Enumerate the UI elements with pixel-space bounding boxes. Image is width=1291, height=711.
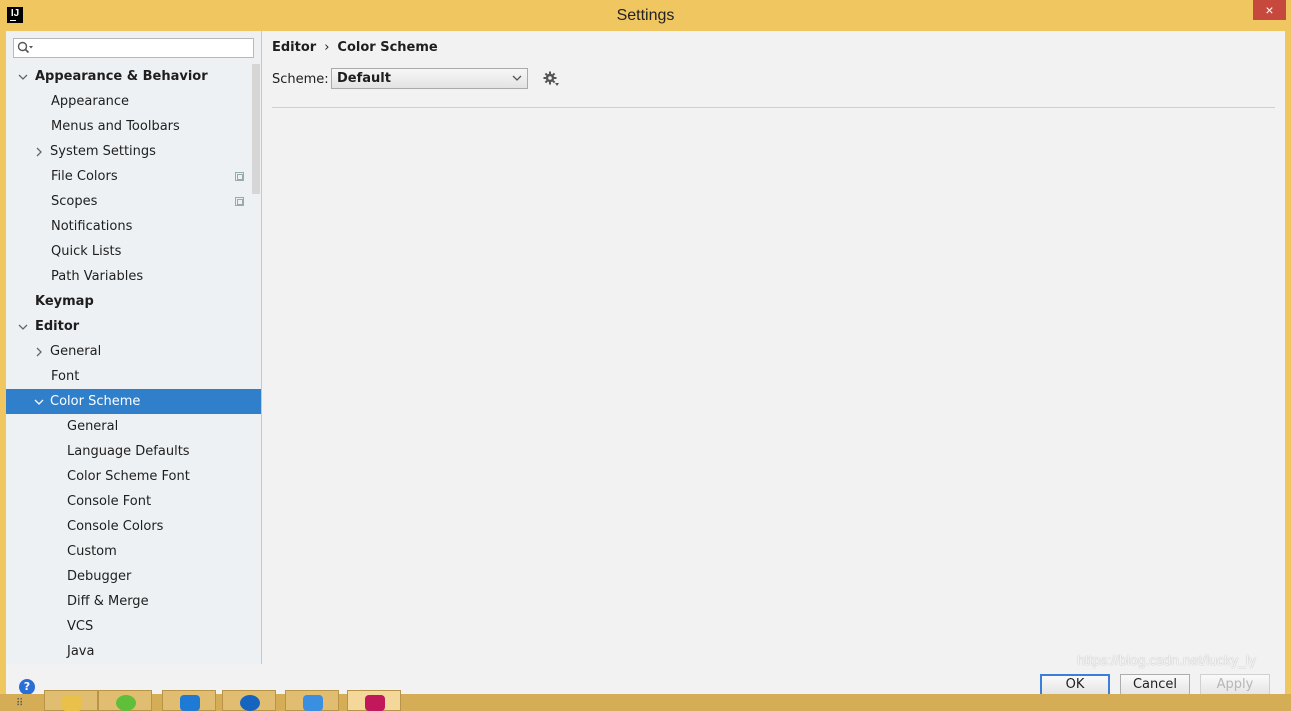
- tree-item-label: Color Scheme Font: [67, 469, 190, 484]
- tree-item-label: Quick Lists: [51, 244, 122, 259]
- tree-item-label: Font: [51, 369, 80, 384]
- tree-item-label: Custom: [67, 544, 117, 559]
- tree-item-system-settings[interactable]: System Settings: [6, 139, 261, 164]
- watermark-text: https://blog.csdn.net/lucky_ly: [1077, 652, 1256, 668]
- chevron-right-icon[interactable]: [34, 147, 44, 157]
- taskbar-file-explorer-button[interactable]: [44, 690, 98, 711]
- tree-item-menus-and-toolbars[interactable]: Menus and Toolbars: [6, 114, 261, 139]
- settings-dialog: Appearance & Behavior Appearance Menus and…: [6, 31, 1285, 696]
- tree-item-color-scheme-font[interactable]: Color Scheme Font: [6, 464, 261, 489]
- tree-item-label: Diff & Merge: [67, 594, 149, 609]
- breadcrumb-parent[interactable]: Editor: [272, 40, 316, 55]
- tree-item-label: Scopes: [51, 194, 98, 209]
- tree-item-diff-and-merge[interactable]: Diff & Merge: [6, 589, 261, 614]
- tree-item-console-font[interactable]: Console Font: [6, 489, 261, 514]
- help-icon[interactable]: ?: [19, 679, 35, 695]
- title-bar: IJ Settings ×: [0, 0, 1291, 31]
- bird-app-icon: [303, 695, 323, 711]
- tree-item-editor[interactable]: Editor: [6, 314, 261, 339]
- taskbar-intellij-button[interactable]: [347, 690, 401, 711]
- settings-content: Editor › Color Scheme Scheme: Default: [262, 31, 1285, 664]
- settings-sidebar: Appearance & Behavior Appearance Menus and…: [6, 31, 262, 664]
- taskbar-app-button-green[interactable]: [98, 690, 152, 711]
- chevron-down-icon[interactable]: [34, 397, 44, 407]
- tree-item-label: Notifications: [51, 219, 133, 234]
- tree-item-label: General: [67, 419, 119, 434]
- tree-item-label: Menus and Toolbars: [51, 119, 180, 134]
- tree-item-scopes[interactable]: Scopes: [6, 189, 261, 214]
- search-icon[interactable]: [17, 41, 33, 55]
- tree-item-label: Console Colors: [67, 519, 164, 534]
- tree-item-label: Appearance & Behavior: [35, 69, 208, 84]
- tree-item-label: Color Scheme: [50, 394, 141, 409]
- tree-item-label: Keymap: [35, 294, 94, 309]
- scheme-select[interactable]: Default: [331, 68, 528, 89]
- chevron-right-icon[interactable]: [34, 347, 44, 357]
- gear-icon[interactable]: [543, 71, 559, 87]
- breadcrumb: Editor › Color Scheme: [272, 40, 438, 55]
- taskbar: ⠿: [0, 690, 1291, 711]
- tree-item-custom[interactable]: Custom: [6, 539, 261, 564]
- chevron-down-icon: [512, 75, 522, 81]
- green-app-icon: [116, 695, 136, 711]
- tree-item-label: Console Font: [67, 494, 152, 509]
- tree-item-label: Path Variables: [51, 269, 144, 284]
- tree-item-label: Language Defaults: [67, 444, 190, 459]
- tree-item-keymap[interactable]: Keymap: [6, 289, 261, 314]
- tree-item-label: Debugger: [67, 569, 132, 584]
- tree-item-appearance-and-behavior[interactable]: Appearance & Behavior: [6, 64, 261, 89]
- scheme-select-value: Default: [337, 71, 391, 86]
- folder-icon: [62, 695, 82, 711]
- tree-item-file-colors[interactable]: File Colors: [6, 164, 261, 189]
- scheme-label: Scheme:: [272, 72, 329, 87]
- tree-item-label: Java: [67, 644, 95, 659]
- start-grid-icon[interactable]: ⠿: [16, 698, 23, 709]
- tree-item-console-colors[interactable]: Console Colors: [6, 514, 261, 539]
- tree-item-vcs[interactable]: VCS: [6, 614, 261, 639]
- tree-item-notifications[interactable]: Notifications: [6, 214, 261, 239]
- tree-item-path-variables[interactable]: Path Variables: [6, 264, 261, 289]
- taskbar-app-button-blue[interactable]: [162, 690, 216, 711]
- intellij-icon: [365, 695, 385, 711]
- tree-item-general[interactable]: General: [6, 339, 261, 364]
- tree-item-label: System Settings: [50, 144, 156, 159]
- copy-settings-icon: [235, 172, 244, 181]
- tree-item-label: VCS: [67, 619, 94, 634]
- chevron-down-icon[interactable]: [18, 72, 28, 82]
- tree-item-java[interactable]: Java: [6, 639, 261, 664]
- tree-item-label: Editor: [35, 319, 80, 334]
- breadcrumb-current: Color Scheme: [337, 40, 438, 55]
- window-title: Settings: [616, 7, 675, 24]
- search-input[interactable]: [13, 38, 254, 58]
- tree-item-font[interactable]: Font: [6, 364, 261, 389]
- ok-button[interactable]: OK: [1040, 674, 1110, 696]
- apply-button[interactable]: Apply: [1200, 674, 1270, 696]
- tree-item-label: General: [50, 344, 102, 359]
- close-button[interactable]: ×: [1253, 0, 1286, 20]
- sidebar-scrollbar[interactable]: [252, 64, 260, 194]
- k-app-icon: [240, 695, 260, 711]
- content-divider: [272, 107, 1275, 108]
- tree-item-quick-lists[interactable]: Quick Lists: [6, 239, 261, 264]
- taskbar-app-button-k[interactable]: [222, 690, 276, 711]
- chevron-down-icon[interactable]: [18, 322, 28, 332]
- window-app-icon: [180, 695, 200, 711]
- taskbar-app-button-bird[interactable]: [285, 690, 339, 711]
- tree-item-debugger[interactable]: Debugger: [6, 564, 261, 589]
- breadcrumb-separator: ›: [324, 40, 330, 55]
- tree-item-appearance[interactable]: Appearance: [6, 89, 261, 114]
- tree-item-general[interactable]: General: [6, 414, 261, 439]
- tree-item-label: File Colors: [51, 169, 118, 184]
- tree-item-language-defaults[interactable]: Language Defaults: [6, 439, 261, 464]
- cancel-button[interactable]: Cancel: [1120, 674, 1190, 696]
- tree-item-label: Appearance: [51, 94, 130, 109]
- copy-settings-icon: [235, 197, 244, 206]
- settings-tree: Appearance & Behavior Appearance Menus and…: [6, 64, 261, 664]
- tree-item-color-scheme[interactable]: Color Scheme: [6, 389, 261, 414]
